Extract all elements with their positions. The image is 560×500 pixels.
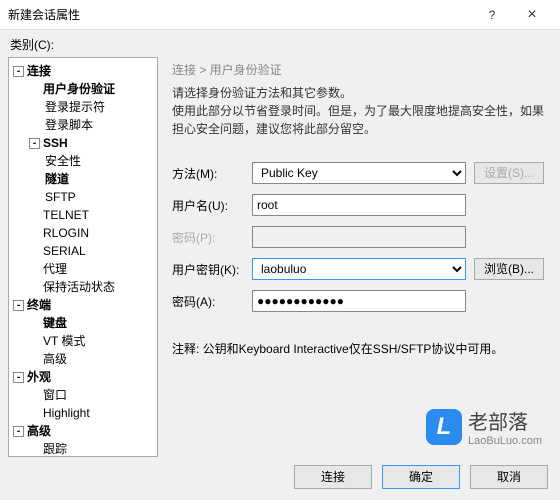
tree-auth[interactable]: 用户身份验证 [11,80,155,98]
tree-tunnel[interactable]: 隧道 [11,170,155,188]
watermark-name: 老部落 [468,406,542,435]
category-tree[interactable]: -连接 用户身份验证 登录提示符 登录脚本 -SSH 安全性 隧道 SFTP T… [8,57,158,457]
collapse-icon[interactable]: - [13,66,24,77]
watermark-logo-icon: L [426,409,462,445]
footer: 连接 确定 取消 [0,457,560,497]
ok-button[interactable]: 确定 [382,465,460,489]
tree-serial[interactable]: SERIAL [11,242,155,260]
tree-sftp[interactable]: SFTP [11,188,155,206]
category-label: 类别(C): [0,30,560,57]
passphrase-input[interactable] [252,290,466,312]
tree-proxy[interactable]: 代理 [11,260,155,278]
tree-advanced-t[interactable]: 高级 [11,350,155,368]
method-select[interactable]: Public Key [252,162,466,184]
password-input [252,226,466,248]
tree-telnet[interactable]: TELNET [11,206,155,224]
tree-window[interactable]: 窗口 [11,386,155,404]
tree-vtmode[interactable]: VT 模式 [11,332,155,350]
tree-rlogin[interactable]: RLOGIN [11,224,155,242]
close-icon[interactable]: × [512,6,552,24]
content-panel: 连接 > 用户身份验证 请选择身份验证方法和其它参数。 使用此部分以节省登录时间… [158,57,552,457]
tree-trace[interactable]: 跟踪 [11,440,155,457]
tree-login-script[interactable]: 登录脚本 [11,116,155,134]
tree-security[interactable]: 安全性 [11,152,155,170]
tree-ssh[interactable]: -SSH [11,134,155,152]
collapse-icon[interactable]: - [29,138,40,149]
method-label: 方法(M): [172,165,252,182]
userkey-select[interactable]: laobuluo [252,258,466,280]
tree-keepalive[interactable]: 保持活动状态 [11,278,155,296]
browse-button[interactable]: 浏览(B)... [474,258,544,280]
tree-terminal[interactable]: -终端 [11,296,155,314]
collapse-icon[interactable]: - [13,300,24,311]
cancel-button[interactable]: 取消 [470,465,548,489]
userkey-label: 用户密钥(K): [172,261,252,278]
watermark-url: LaoBuLuo.com [468,435,542,447]
passphrase-label: 密码(A): [172,293,252,310]
tree-keyboard[interactable]: 键盘 [11,314,155,332]
tree-appearance[interactable]: -外观 [11,368,155,386]
connect-button[interactable]: 连接 [294,465,372,489]
tree-connection[interactable]: -连接 [11,62,155,80]
help-icon[interactable]: ? [472,8,512,22]
collapse-icon[interactable]: - [13,426,24,437]
collapse-icon[interactable]: - [13,372,24,383]
username-input[interactable] [252,194,466,216]
tree-advanced[interactable]: -高级 [11,422,155,440]
tree-login-prompt[interactable]: 登录提示符 [11,98,155,116]
password-label: 密码(P): [172,229,252,246]
description: 请选择身份验证方法和其它参数。 使用此部分以节省登录时间。但是，为了最大限度地提… [172,84,544,138]
window-title: 新建会话属性 [8,6,472,23]
tree-highlight[interactable]: Highlight [11,404,155,422]
note-text: 注释: 公钥和Keyboard Interactive仅在SSH/SFTP协议中… [172,340,544,357]
settings-button: 设置(S)... [474,162,544,184]
titlebar: 新建会话属性 ? × [0,0,560,30]
watermark: L 老部落 LaoBuLuo.com [426,406,542,447]
username-label: 用户名(U): [172,197,252,214]
breadcrumb: 连接 > 用户身份验证 [172,57,544,84]
